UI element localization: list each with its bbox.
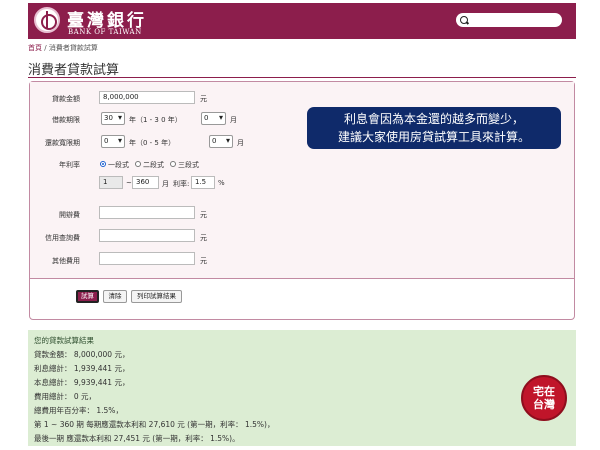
opening-fee-unit: 元 — [200, 211, 207, 219]
grace-period-years-value: 0 — [104, 137, 109, 145]
rate-one-stage-radio[interactable] — [100, 161, 106, 167]
rate-percent-unit: % — [218, 179, 225, 187]
loan-period-label: 借款期限 — [52, 116, 80, 124]
credit-check-fee-input[interactable] — [99, 229, 195, 242]
credit-check-fee-unit: 元 — [200, 234, 207, 242]
result-total-fees: 費用總計： 0 元， — [34, 392, 97, 401]
grace-period-years-unit: 年（0 - 5 年） — [129, 139, 176, 147]
result-apr: 總費用年百分率： 1.5%， — [34, 406, 123, 415]
calculate-button[interactable]: 試算 — [76, 290, 99, 303]
loan-period-years-value: 30 — [104, 114, 113, 122]
search-icon[interactable] — [460, 16, 468, 24]
form-button-divider — [30, 278, 574, 279]
rate-period-month-unit: 月 — [162, 180, 169, 188]
print-results-button[interactable]: 列印試算結果 — [131, 290, 182, 303]
rate-one-stage-label: 一段式 — [108, 161, 129, 169]
clear-button[interactable]: 清除 — [103, 290, 127, 303]
grace-period-years-select[interactable]: 0 ▾ — [101, 135, 125, 148]
loan-amount-input[interactable]: 8,000,000 — [99, 91, 195, 104]
rate-two-stage-label: 二段式 — [143, 161, 164, 169]
rate-value-label: 利率: — [173, 180, 190, 188]
chevron-down-icon: ▾ — [218, 113, 223, 122]
loan-period-years-unit: 年（1 - 3 0 年） — [129, 116, 182, 124]
chevron-down-icon: ▾ — [117, 113, 122, 122]
page-title: 消費者貸款試算 — [28, 63, 120, 78]
loan-period-years-select[interactable]: 30 ▾ — [101, 112, 125, 125]
opening-fee-input[interactable] — [99, 206, 195, 219]
loan-amount-unit: 元 — [200, 95, 207, 103]
grace-period-months-unit: 月 — [237, 139, 244, 147]
other-fee-input[interactable] — [99, 252, 195, 265]
rate-three-stage-radio[interactable] — [170, 161, 176, 167]
loan-amount-label: 貸款金額 — [52, 95, 80, 103]
loan-period-months-value: 0 — [204, 114, 209, 122]
loan-result-panel: 您的貸款試算結果 貸款金額： 8,000,000 元， 利息總計： 1,939,… — [28, 330, 576, 446]
logo-english-name: BANK OF TAIWAN — [68, 28, 142, 36]
rate-period-tilde: ~ — [126, 179, 132, 187]
opening-fee-label: 開辦費 — [59, 211, 80, 219]
bank-seal-icon — [34, 7, 60, 33]
rate-three-stage-label: 三段式 — [178, 161, 199, 169]
chevron-down-icon: ▾ — [225, 136, 230, 145]
annual-rate-label: 年利率 — [59, 161, 80, 169]
result-periodic-payment: 第 1 ~ 360 期 每期應還款本利和 27,610 元 (第一期，利率： 1… — [34, 420, 275, 429]
breadcrumb-separator: / — [44, 44, 47, 52]
callout-line-2: 建議大家使用房貸試算工具來計算。 — [337, 130, 530, 144]
annotation-callout: 利息會因為本金還的越多而變少， 建議大家使用房貸試算工具來計算。 — [307, 107, 561, 149]
grace-period-months-select[interactable]: 0 ▾ — [209, 135, 233, 148]
breadcrumb-home-link[interactable]: 首頁 — [28, 44, 42, 52]
chevron-down-icon: ▾ — [117, 136, 122, 145]
rate-period-from-input: 1 — [99, 176, 123, 189]
loan-period-months-unit: 月 — [230, 116, 237, 124]
other-fee-unit: 元 — [200, 257, 207, 265]
result-loan-amount: 貸款金額： 8,000,000 元， — [34, 350, 130, 359]
bank-logo[interactable]: 臺灣銀行 BANK OF TAIWAN — [34, 7, 184, 37]
result-title: 您的貸款試算結果 — [34, 336, 94, 345]
title-divider — [28, 77, 576, 78]
grace-period-label: 還款寬限期 — [45, 139, 80, 147]
rate-two-stage-radio[interactable] — [135, 161, 141, 167]
callout-line-1: 利息會因為本金還的越多而變少， — [343, 112, 524, 126]
grace-period-months-value: 0 — [212, 137, 217, 145]
search-input[interactable] — [470, 14, 558, 26]
wax-seal-stamp: 宅在 台灣 — [521, 375, 567, 421]
rate-period-to-input[interactable]: 360 — [132, 176, 159, 189]
result-total-principal-interest: 本息總計： 9,939,441 元， — [34, 378, 130, 387]
breadcrumb-current: 消費者貸款試算 — [48, 44, 98, 52]
rate-value-input[interactable]: 1.5 — [191, 176, 215, 189]
other-fee-label: 其他費用 — [52, 257, 80, 265]
credit-check-fee-label: 信用查詢費 — [45, 234, 80, 242]
site-header: 臺灣銀行 BANK OF TAIWAN — [28, 3, 576, 39]
stamp-text: 宅在 台灣 — [533, 385, 555, 411]
result-last-payment: 最後一期 應還款本利和 27,451 元 (第一期，利率： 1.5%)。 — [34, 434, 240, 443]
search-box[interactable] — [456, 13, 562, 27]
breadcrumb: 首頁 / 消費者貸款試算 — [28, 43, 98, 53]
loan-period-months-select[interactable]: 0 ▾ — [201, 112, 226, 125]
result-total-interest: 利息總計： 1,939,441 元， — [34, 364, 130, 373]
